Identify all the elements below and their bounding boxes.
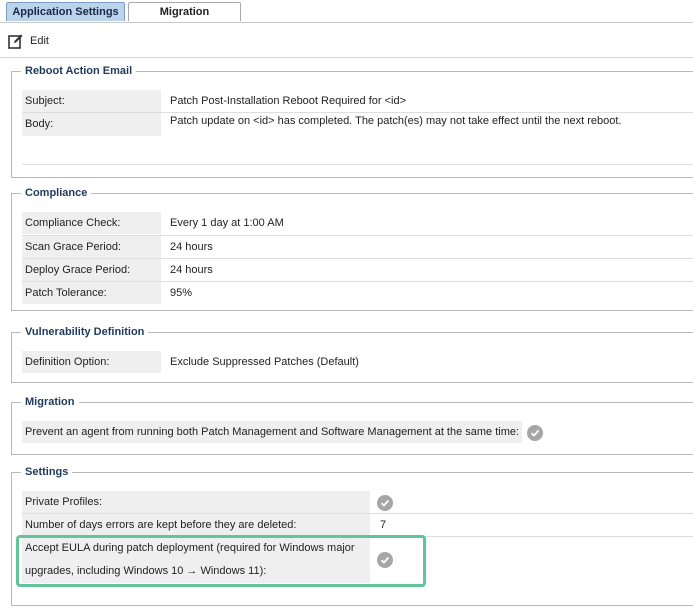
prevent-both-check-icon bbox=[527, 425, 543, 441]
body-row: Body: Patch update on <id> has completed… bbox=[22, 113, 693, 136]
eula-highlight-box bbox=[16, 535, 426, 587]
days-errors-value: 7 bbox=[380, 519, 387, 531]
edit-icon bbox=[8, 34, 23, 49]
subject-row: Subject: Patch Post-Installation Reboot … bbox=[22, 90, 693, 112]
prevent-both-label: Prevent an agent from running both Patch… bbox=[22, 421, 522, 443]
scan-grace-period-value: 24 hours bbox=[170, 241, 213, 253]
days-errors-label: Number of days errors are kept before th… bbox=[22, 514, 370, 536]
compliance-check-row: Compliance Check: Every 1 day at 1:00 AM bbox=[22, 212, 693, 234]
private-profiles-row: Private Profiles: bbox=[22, 491, 693, 513]
edit-button[interactable]: Edit bbox=[8, 32, 49, 50]
scan-grace-period-row: Scan Grace Period: 24 hours bbox=[22, 236, 693, 258]
section-title: Reboot Action Email bbox=[25, 65, 133, 77]
toolbar: Edit bbox=[0, 23, 693, 58]
deploy-grace-period-label: Deploy Grace Period: bbox=[22, 259, 161, 281]
tab-application-settings[interactable]: Application Settings bbox=[6, 2, 125, 21]
tab-bar: Application Settings Migration bbox=[0, 0, 693, 23]
divider bbox=[22, 164, 693, 165]
section-title: Vulnerability Definition bbox=[25, 326, 145, 338]
patch-tolerance-value: 95% bbox=[170, 287, 193, 299]
section-title: Migration bbox=[25, 396, 75, 408]
prevent-both-row: Prevent an agent from running both Patch… bbox=[22, 421, 522, 443]
definition-option-row: Definition Option: Exclude Suppressed Pa… bbox=[22, 351, 693, 373]
body-value: Patch update on <id> has completed. The … bbox=[170, 115, 622, 127]
section-title: Compliance bbox=[25, 187, 88, 199]
patch-tolerance-label: Patch Tolerance: bbox=[22, 282, 161, 304]
compliance-check-label: Compliance Check: bbox=[22, 212, 161, 234]
deploy-grace-period-value: 24 hours bbox=[170, 264, 213, 276]
scan-grace-period-label: Scan Grace Period: bbox=[22, 236, 161, 258]
compliance-check-value: Every 1 day at 1:00 AM bbox=[170, 217, 284, 229]
days-errors-row: Number of days errors are kept before th… bbox=[22, 514, 693, 536]
subject-value: Patch Post-Installation Reboot Required … bbox=[170, 95, 407, 107]
private-profiles-check-icon bbox=[377, 495, 393, 511]
private-profiles-label: Private Profiles: bbox=[22, 491, 370, 513]
patch-tolerance-row: Patch Tolerance: 95% bbox=[22, 282, 693, 304]
section-title: Settings bbox=[25, 466, 69, 478]
body-label: Body: bbox=[22, 113, 161, 136]
definition-option-value: Exclude Suppressed Patches (Default) bbox=[170, 356, 359, 368]
definition-option-label: Definition Option: bbox=[22, 351, 161, 373]
deploy-grace-period-row: Deploy Grace Period: 24 hours bbox=[22, 259, 693, 281]
edit-label: Edit bbox=[30, 35, 49, 47]
tab-migration[interactable]: Migration bbox=[128, 2, 241, 21]
subject-label: Subject: bbox=[22, 90, 161, 112]
